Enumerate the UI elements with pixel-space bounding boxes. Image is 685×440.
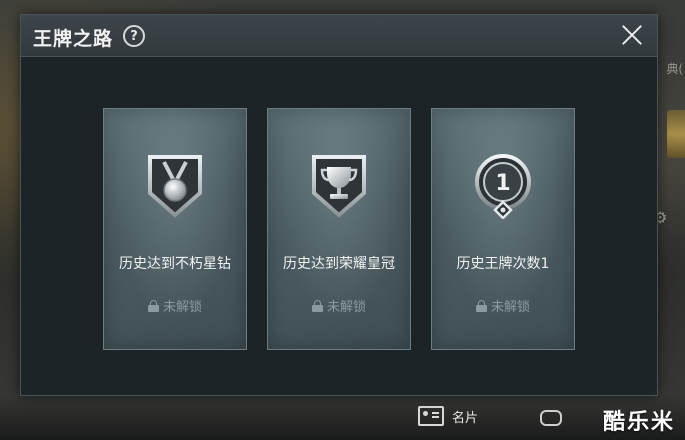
help-icon[interactable]: ? bbox=[123, 25, 145, 47]
dialog-header: 王牌之路 ? bbox=[21, 15, 657, 57]
achievement-card-glory-crown[interactable]: 历史达到荣耀皇冠 未解锁 bbox=[267, 108, 411, 350]
achievement-status-text: 未解锁 bbox=[326, 300, 366, 315]
medal-shield-icon bbox=[148, 155, 202, 218]
achievement-status-text: 未解锁 bbox=[162, 300, 202, 315]
trophy-shield-icon bbox=[312, 155, 366, 218]
achievement-status: 未解锁 bbox=[432, 296, 574, 315]
achievement-status: 未解锁 bbox=[268, 296, 410, 315]
achievement-card-ace-count[interactable]: 1 历史王牌次数1 未解锁 bbox=[431, 108, 575, 350]
achievement-list: 历史达到不朽星钻 未解锁 历史达到荣耀皇冠 未解锁 1 历史王牌次数1 未解锁 bbox=[103, 108, 575, 350]
achievement-label: 历史达到荣耀皇冠 bbox=[283, 256, 395, 272]
ace-road-dialog: 王牌之路 ? 历史达到不朽星钻 未解锁 历史达到荣耀皇冠 未解锁 1 历史王牌次… bbox=[20, 14, 658, 396]
background-gold-emblem bbox=[667, 110, 685, 158]
chat-icon[interactable] bbox=[540, 410, 562, 426]
namecard-label: 名片 bbox=[452, 410, 479, 426]
achievement-label: 历史王牌次数1 bbox=[456, 256, 550, 272]
achievement-card-immortal-diamond[interactable]: 历史达到不朽星钻 未解锁 bbox=[103, 108, 247, 350]
background-bottom-shade bbox=[0, 395, 685, 440]
achievement-status-text: 未解锁 bbox=[490, 300, 530, 315]
lock-icon bbox=[475, 299, 487, 312]
achievement-status: 未解锁 bbox=[104, 296, 246, 315]
namecard-button[interactable]: 名片 bbox=[418, 406, 478, 426]
achievement-label: 历史达到不朽星钻 bbox=[119, 256, 231, 272]
watermark: 酷乐米 bbox=[602, 410, 675, 435]
background-side-text: 典( bbox=[666, 62, 683, 76]
ace-count-badge-icon: 1 bbox=[475, 154, 531, 219]
ace-count-number: 1 bbox=[495, 171, 510, 196]
namecard-icon bbox=[418, 406, 444, 426]
lock-icon bbox=[147, 299, 159, 312]
lock-icon bbox=[311, 299, 323, 312]
dialog-title: 王牌之路 bbox=[33, 28, 114, 50]
close-button[interactable] bbox=[619, 22, 645, 48]
